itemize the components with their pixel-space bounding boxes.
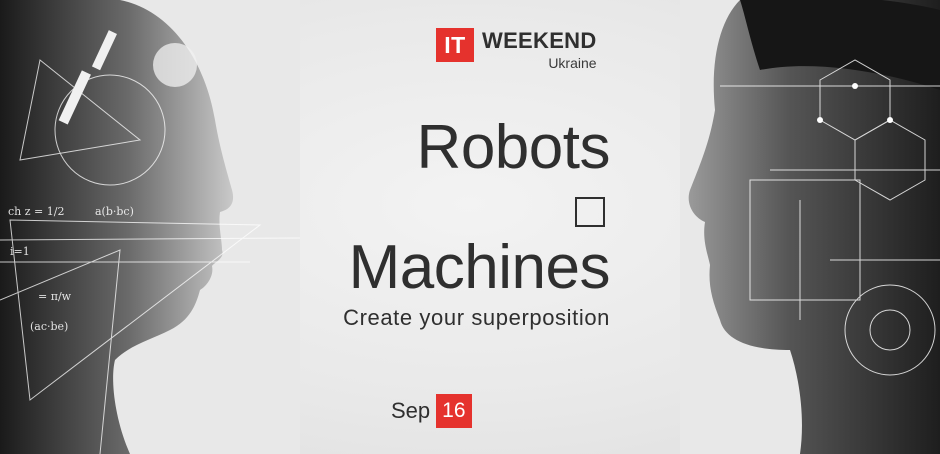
operator-square-icon	[575, 197, 605, 227]
headline-machines: Machines	[348, 233, 611, 302]
tagline: Create your superposition	[343, 305, 610, 330]
date-day: 16	[436, 394, 472, 428]
svg-text:i=1: i=1	[10, 245, 30, 258]
woman-profile-artwork: ch z = 1/2 a(b·bc) i=1 = π/w (ac·be)	[0, 0, 300, 454]
it-weekend-logo: IT WEEKEND Ukraine	[436, 28, 597, 71]
svg-text:= π/w: = π/w	[38, 290, 72, 303]
event-date: Sep 16	[391, 394, 472, 428]
date-month: Sep	[391, 398, 431, 423]
headline-robots: Robots	[416, 113, 611, 182]
logo-badge: IT	[436, 28, 474, 62]
svg-text:(ac·be): (ac·be)	[30, 320, 68, 333]
svg-text:ch z = 1/2: ch z = 1/2	[8, 205, 64, 218]
logo-name: WEEKEND	[482, 28, 597, 53]
svg-text:a(b·bc): a(b·bc)	[95, 205, 134, 218]
man-profile-artwork	[680, 0, 940, 454]
logo-text: WEEKEND Ukraine	[482, 28, 597, 71]
logo-country: Ukraine	[548, 55, 597, 71]
event-banner: ch z = 1/2 a(b·bc) i=1 = π/w (ac·be) IT …	[0, 0, 940, 454]
